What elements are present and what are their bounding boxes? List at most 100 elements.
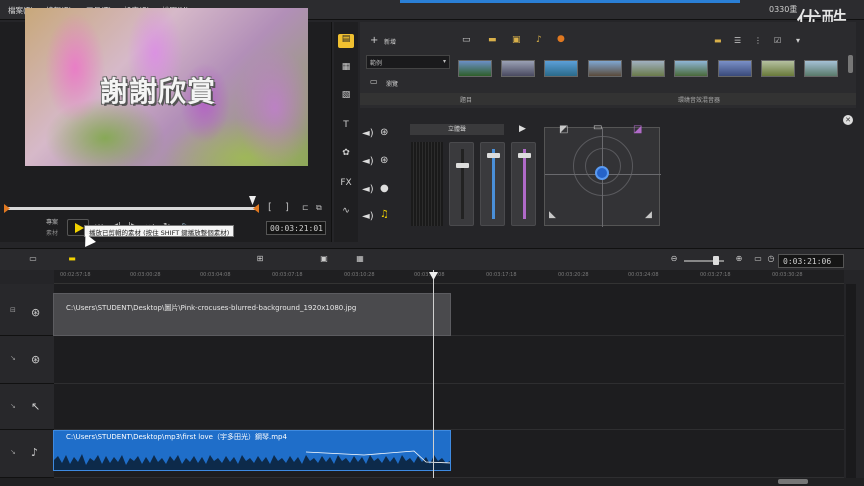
speaker-icon[interactable]: ◄) — [362, 184, 374, 195]
instant-project-tab-icon[interactable]: ▦ — [338, 62, 354, 76]
video-filter-icon[interactable]: ▬ — [488, 35, 497, 45]
library-subtabs: 題目 環繞音效混音器 — [360, 93, 856, 105]
timeline-vertical-scrollbar[interactable] — [846, 284, 856, 478]
library-thumbnail[interactable] — [631, 60, 665, 77]
music-track-header[interactable]: ↘ ♪ — [0, 430, 54, 478]
zoom-slider-knob[interactable] — [713, 256, 719, 265]
voice-track-icon[interactable]: ● — [380, 183, 389, 194]
photo-filter-icon[interactable]: ▣ — [512, 35, 521, 45]
mark-out-button[interactable]: ] — [285, 202, 289, 213]
video-track-icon[interactable]: ⊛ — [380, 127, 388, 138]
playhead-line[interactable] — [433, 270, 434, 478]
auto-music-icon[interactable]: ▦ — [352, 254, 368, 264]
fader-rail — [492, 149, 495, 219]
timeline-scroll-thumb[interactable] — [778, 479, 808, 484]
library-thumbnail[interactable] — [458, 60, 492, 77]
ruler-label: 00:03:07:18 — [272, 272, 303, 278]
video-track-header[interactable]: ⊟ ⊛ — [0, 284, 54, 336]
library-thumbnail[interactable] — [761, 60, 795, 77]
video-clip[interactable]: C:\Users\STUDENT\Desktop\圖片\Pink-crocuse… — [53, 293, 451, 336]
subtab-title[interactable]: 題目 — [460, 95, 472, 104]
option-icon[interactable]: ▾ — [796, 36, 800, 45]
online-icon[interactable]: ● — [557, 34, 565, 44]
mark-in-button[interactable]: [ — [268, 202, 272, 213]
preview-scrub-bar[interactable] — [6, 207, 256, 210]
track-options-icon[interactable]: ↘ — [10, 448, 16, 456]
volume-fader[interactable] — [449, 142, 474, 226]
audio-filter-icon[interactable]: ♪ — [536, 35, 542, 45]
speaker-icon[interactable]: ◄) — [362, 211, 374, 222]
library-thumbnail[interactable] — [588, 60, 622, 77]
filter-tab-icon[interactable]: FX — [338, 178, 354, 192]
library-thumbnail[interactable] — [804, 60, 838, 77]
library-thumbnail[interactable] — [544, 60, 578, 77]
panner-position-dot[interactable] — [595, 166, 609, 180]
timeline-view-icon[interactable]: ▬ — [64, 254, 80, 264]
library-thumbnail[interactable] — [501, 60, 535, 77]
track-options-icon[interactable]: ↘ — [10, 354, 16, 362]
video-editor-window: 檔案(F) 編輯(E) 工具(T) 設定(S) 說明(H) 0330重 优酷 謝… — [0, 0, 864, 486]
center-fader[interactable] — [480, 142, 505, 226]
library-thumbnail[interactable] — [718, 60, 752, 77]
fader-knob[interactable] — [456, 163, 469, 168]
voice-track[interactable] — [54, 384, 844, 430]
surround-panner[interactable]: ◩ ▭ ◪ ◣ ◢ — [544, 122, 661, 227]
subtab-surround-mixer[interactable]: 環繞音效混音器 — [678, 95, 720, 104]
mode-project-label[interactable]: 專案 — [46, 217, 58, 226]
track-headers: ⊟ ⊛ ↘ ⊛ ↘ ↖ ↘ ♪ — [0, 284, 54, 478]
folder-icon[interactable]: ▭ — [462, 35, 471, 45]
play-tooltip: 播放已剪輯的素材 (按住 SHIFT 鍵播放整個素材) — [84, 225, 235, 237]
speaker-icon[interactable]: ◄) — [362, 156, 374, 167]
list-view-icon[interactable]: ☰ — [734, 36, 741, 45]
timeline-timecode[interactable]: 0:03:21:06 — [778, 254, 844, 268]
track-options-icon[interactable]: ↘ — [10, 402, 16, 410]
close-icon[interactable]: ✕ — [843, 115, 853, 125]
library-scrollbar[interactable] — [848, 55, 853, 73]
zoom-out-icon[interactable]: ⊖ — [666, 254, 682, 264]
music-track-icon[interactable]: ♫ — [380, 209, 389, 220]
checkbox-icon[interactable]: ☑ — [774, 36, 781, 45]
add-folder-label[interactable]: 新增 — [384, 37, 396, 46]
title-tab-icon[interactable]: T — [338, 120, 354, 134]
fader-knob[interactable] — [487, 153, 500, 158]
audio-clip[interactable]: C:\Users\STUDENT\Desktop\mp3\first love（… — [53, 430, 451, 471]
speaker-icon[interactable]: ◄) — [362, 128, 374, 139]
library-thumbnail[interactable] — [674, 60, 708, 77]
mixer-mode-label[interactable]: 立體聲 — [410, 124, 504, 135]
mode-clip-label[interactable]: 素材 — [46, 228, 58, 237]
graphics-tab-icon[interactable]: ✿ — [338, 148, 354, 162]
transition-tab-icon[interactable]: ▧ — [338, 90, 354, 104]
library-side-tabs: ▤ ▦ ▧ T ✿ FX ∿ — [334, 22, 358, 242]
play-icon — [75, 223, 84, 233]
browse-icon[interactable]: ▭ — [370, 77, 378, 86]
window-title: 0330重 — [769, 5, 798, 14]
enlarge-preview-icon[interactable]: ⧉ — [316, 203, 322, 213]
record-capture-icon[interactable]: ⊞ — [252, 254, 268, 264]
sort-icon[interactable]: ⋮ — [754, 36, 762, 45]
subwoofer-fader[interactable] — [511, 142, 536, 226]
ruler-label: 00:03:20:28 — [558, 272, 589, 278]
split-clip-icon[interactable]: ⊏ — [302, 203, 309, 212]
rear-right-speaker-icon: ◢ — [645, 210, 652, 220]
timeline-horizontal-scrollbar[interactable] — [0, 478, 864, 486]
browse-label[interactable]: 瀏覽 — [386, 79, 398, 88]
title-track-header[interactable]: ↘ ↖ — [0, 384, 54, 430]
mixer-play-icon[interactable]: ▶ — [519, 124, 526, 134]
storyboard-view-icon[interactable]: ▭ — [25, 254, 41, 264]
mix-icon[interactable]: ▣ — [316, 254, 332, 264]
path-tab-icon[interactable]: ∿ — [338, 206, 354, 220]
preview-timecode[interactable]: 00:03:21:01 — [266, 221, 326, 235]
overlay-track-icon[interactable]: ⊛ — [380, 155, 388, 166]
library-folder-select[interactable]: 範例 ▾ — [366, 55, 450, 69]
thumbnail-view-icon[interactable]: ▬ — [714, 36, 722, 45]
fader-knob[interactable] — [518, 153, 531, 158]
overlay-track-header[interactable]: ↘ ⊛ — [0, 336, 54, 384]
zoom-in-icon[interactable]: ⊕ — [731, 254, 747, 264]
media-tab-icon[interactable]: ▤ — [338, 34, 354, 48]
preview-video: 謝謝欣賞 — [25, 8, 308, 166]
ruler-label: 00:03:30:28 — [772, 272, 803, 278]
track-options-icon[interactable]: ⊟ — [10, 306, 16, 314]
video-clip-name: C:\Users\STUDENT\Desktop\圖片\Pink-crocuse… — [66, 304, 357, 312]
add-icon[interactable]: + — [370, 35, 378, 46]
overlay-track[interactable] — [54, 336, 844, 384]
